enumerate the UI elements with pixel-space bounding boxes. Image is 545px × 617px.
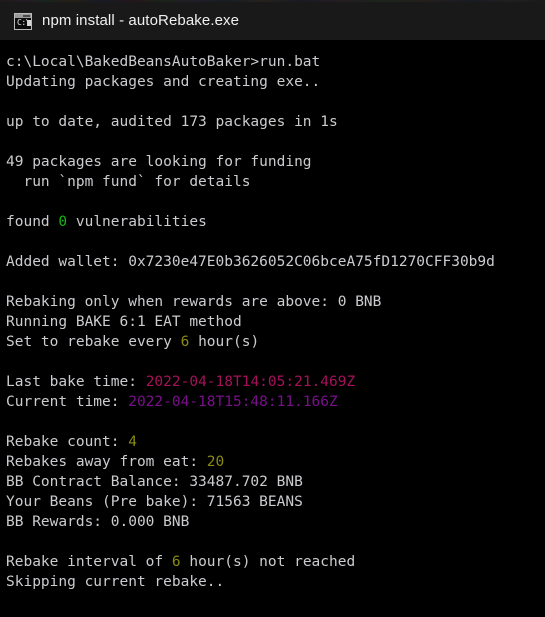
console-segment-rebake-count-1: 4 (128, 434, 137, 450)
console-line-blank-6 (6, 352, 545, 372)
console-segment-skipping-rebake-0: Skipping current rebake.. (6, 574, 225, 590)
console-line-npm-funding: 49 packages are looking for funding (6, 152, 545, 172)
console-segment-your-beans-pre-bake-0: Your Beans (Pre bake): 71563 BEANS (6, 494, 303, 510)
console-segment-updating-packages-0: Updating packages and creating exe.. (6, 74, 321, 90)
console-segment-current-time-1: 2022-04-18T15:48:11.166Z (128, 394, 338, 410)
console-line-updating-packages: Updating packages and creating exe.. (6, 72, 545, 92)
console-line-bb-contract-balance: BB Contract Balance: 33487.702 BNB (6, 472, 545, 492)
console-line-npm-audited: up to date, audited 173 packages in 1s (6, 112, 545, 132)
console-segment-current-time-0: Current time: (6, 394, 129, 410)
console-segment-bb-contract-balance-0: BB Contract Balance: 33487.702 BNB (6, 474, 303, 490)
console-line-blank-5 (6, 272, 545, 292)
console-line-blank-1 (6, 92, 545, 112)
console-line-rebakes-away-from-eat: Rebakes away from eat: 20 (6, 452, 545, 472)
console-segment-rebake-count-0: Rebake count: (6, 434, 129, 450)
window-title: npm install - autoRebake.exe (42, 12, 240, 29)
console-line-last-bake-time: Last bake time: 2022-04-18T14:05:21.469Z (6, 372, 545, 392)
console-line-current-time: Current time: 2022-04-18T15:48:11.166Z (6, 392, 545, 412)
console-segment-rewards-threshold-0: Rebaking only when rewards are above: 0 … (6, 294, 382, 310)
console-segment-npm-vulnerabilities-2: vulnerabilities (67, 214, 207, 230)
console-segment-npm-funding-details-0: run `npm fund` for details (6, 174, 251, 190)
console-segment-npm-vulnerabilities-1: 0 (58, 214, 68, 230)
console-segment-rebakes-away-from-eat-1: 20 (206, 454, 225, 470)
console-line-added-wallet: Added wallet: 0x7230e47E0b3626052C06bceA… (6, 252, 545, 272)
console-line-npm-funding-details: run `npm fund` for details (6, 172, 545, 192)
console-segment-added-wallet-0: Added wallet: 0x7230e47E0b3626052C06bceA… (6, 254, 495, 270)
console-line-blank-3 (6, 192, 545, 212)
console-segment-bb-rewards-0: BB Rewards: 0.000 BNB (6, 514, 190, 530)
console-line-blank-8 (6, 532, 545, 552)
console-line-rewards-threshold: Rebaking only when rewards are above: 0 … (6, 292, 545, 312)
console-line-bb-rewards: BB Rewards: 0.000 BNB (6, 512, 545, 532)
console-segment-rebake-interval-set-2: hour(s) (189, 334, 260, 350)
console-window: C:\ npm install - autoRebake.exe c:\Loca… (0, 0, 545, 617)
console-segment-last-bake-time-0: Last bake time: (6, 374, 146, 390)
console-segment-interval-not-reached-0: Rebake interval of (6, 554, 172, 570)
console-segment-prompt-run-bat-0: c:\Local\BakedBeansAutoBaker>run.bat (6, 54, 321, 70)
console-line-npm-vulnerabilities: found 0 vulnerabilities (6, 212, 545, 232)
console-segment-bake-method-0: Running BAKE 6:1 EAT method (6, 314, 242, 330)
console-line-skipping-rebake: Skipping current rebake.. (6, 572, 545, 592)
console-line-interval-not-reached: Rebake interval of 6 hour(s) not reached (6, 552, 545, 572)
console-line-prompt-run-bat: c:\Local\BakedBeansAutoBaker>run.bat (6, 52, 545, 72)
console-segment-npm-audited-0: up to date, audited 173 packages in 1s (6, 114, 338, 130)
console-output-area[interactable]: c:\Local\BakedBeansAutoBaker>run.bat Upda… (0, 40, 545, 617)
console-segment-npm-funding-0: 49 packages are looking for funding (6, 154, 312, 170)
cmd-icon-cursor (27, 19, 31, 26)
window-titlebar[interactable]: C:\ npm install - autoRebake.exe (0, 2, 545, 40)
console-segment-interval-not-reached-1: 6 (171, 554, 181, 570)
console-line-blank-7 (6, 412, 545, 432)
cmd-console-icon: C:\ (14, 12, 32, 30)
console-segment-npm-vulnerabilities-0: found (6, 214, 59, 230)
console-line-rebake-interval-set: Set to rebake every 6 hour(s) (6, 332, 545, 352)
console-line-bake-method: Running BAKE 6:1 EAT method (6, 312, 545, 332)
console-line-your-beans-pre-bake: Your Beans (Pre bake): 71563 BEANS (6, 492, 545, 512)
console-segment-rebake-interval-set-0: Set to rebake every (6, 334, 181, 350)
console-line-blank-2 (6, 132, 545, 152)
console-line-blank-4 (6, 232, 545, 252)
console-line-rebake-count: Rebake count: 4 (6, 432, 545, 452)
console-segment-rebakes-away-from-eat-0: Rebakes away from eat: (6, 454, 207, 470)
console-segment-interval-not-reached-2: hour(s) not reached (180, 554, 356, 570)
console-segment-last-bake-time-1: 2022-04-18T14:05:21.469Z (145, 374, 356, 390)
